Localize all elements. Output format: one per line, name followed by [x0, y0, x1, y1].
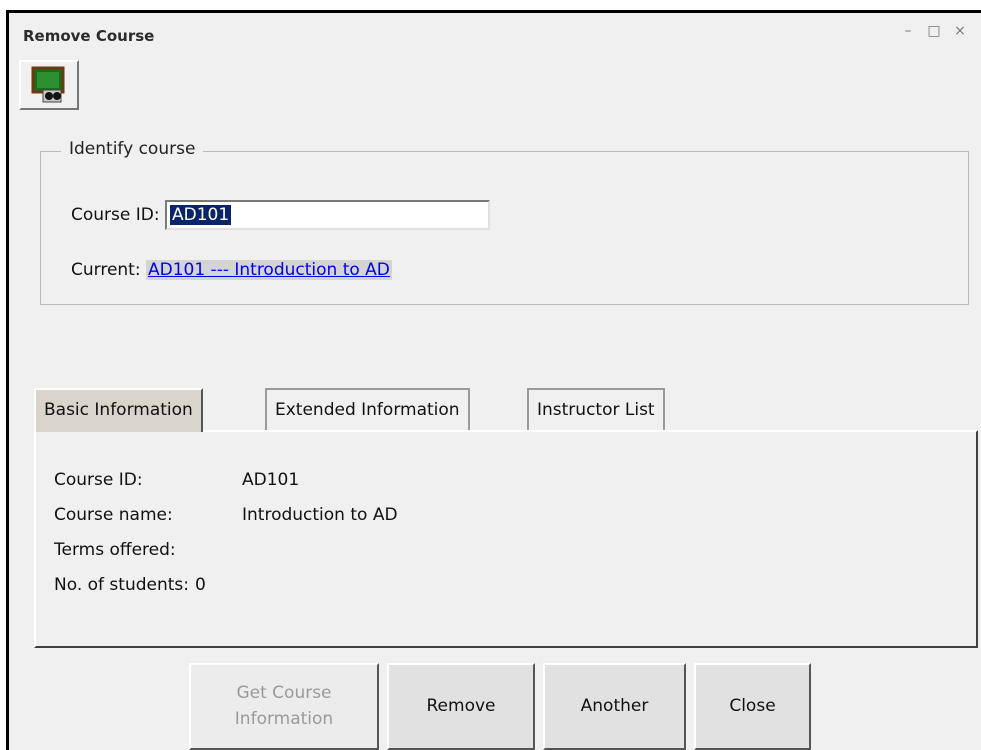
- info-label: Terms offered:: [54, 540, 176, 560]
- minimize-icon[interactable]: –: [895, 23, 921, 39]
- tab-basic-information[interactable]: Basic Information: [34, 388, 203, 432]
- info-row-terms-offered: Terms offered:: [54, 540, 242, 560]
- info-value: Introduction to AD: [242, 505, 398, 525]
- another-button[interactable]: Another: [543, 663, 686, 750]
- close-icon[interactable]: ×: [947, 23, 973, 39]
- maximize-icon[interactable]: □: [921, 23, 947, 39]
- basic-information-panel: Course ID: AD101 Course name: Introduction…: [34, 430, 978, 648]
- get-info-line2: Information: [234, 708, 334, 729]
- tab-instructor-list[interactable]: Instructor List: [527, 388, 665, 430]
- close-button[interactable]: Close: [694, 663, 811, 750]
- tab-extended-information[interactable]: Extended Information: [265, 388, 470, 430]
- get-info-line1: Get Course: [236, 683, 332, 703]
- info-row-course-id: Course ID: AD101: [54, 470, 299, 490]
- current-label: Current:: [71, 260, 141, 280]
- window-controls: – □ ×: [895, 23, 973, 39]
- info-row-students: No. of students: 0: [54, 575, 206, 595]
- info-value: AD101: [242, 470, 300, 490]
- remove-course-window: Remove Course – □ × Identify course Course…: [6, 10, 981, 750]
- info-row-course-name: Course name: Introduction to AD: [54, 505, 398, 525]
- identify-course-legend: Identify course: [61, 139, 204, 159]
- window-title: Remove Course: [23, 27, 155, 45]
- info-label: Course ID:: [54, 470, 143, 490]
- info-label: Course name:: [54, 505, 173, 525]
- remove-button[interactable]: Remove: [387, 663, 535, 750]
- course-lookup-icon: [31, 66, 65, 103]
- identify-course-group: Identify course Course ID: AD101 Current…: [40, 139, 969, 305]
- current-course-row: Current: AD101 --- Introduction to AD: [71, 260, 392, 280]
- info-value: 0: [195, 575, 206, 595]
- title-bar[interactable]: Remove Course – □ ×: [9, 13, 981, 60]
- get-course-information-button[interactable]: Get Course Information: [189, 663, 379, 750]
- info-label: No. of students:: [54, 575, 189, 595]
- course-id-value: AD101: [170, 205, 232, 225]
- course-lookup-button[interactable]: [19, 60, 79, 110]
- course-id-input[interactable]: AD101: [165, 200, 490, 230]
- current-course-link[interactable]: AD101 --- Introduction to AD: [145, 260, 392, 280]
- course-id-label: Course ID:: [71, 205, 160, 225]
- course-id-row: Course ID: AD101: [71, 200, 490, 230]
